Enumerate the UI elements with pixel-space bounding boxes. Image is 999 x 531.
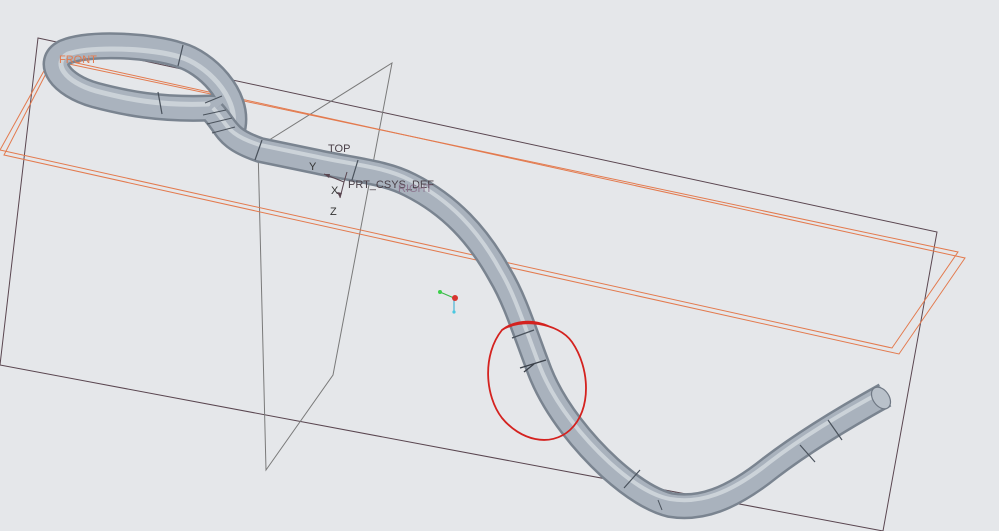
right-plane-label[interactable]: RIGHT: [398, 183, 433, 195]
csys-axis-z-label: Z: [330, 206, 337, 218]
datum-plane-right[interactable]: [257, 61, 393, 472]
graphics-viewport[interactable]: FRONT TOP PRT_CSYS_DEF RIGHT Y X Z: [0, 0, 999, 531]
tube-model[interactable]: [42, 32, 894, 520]
csys-axis-x-label: X: [331, 185, 339, 197]
view-triad-marker: [438, 290, 458, 314]
top-plane-label[interactable]: TOP: [328, 143, 350, 155]
scene-svg: FRONT TOP PRT_CSYS_DEF RIGHT Y X Z: [0, 32, 966, 531]
csys-axis-y-label: Y: [309, 161, 317, 173]
front-plane-label[interactable]: FRONT: [59, 54, 97, 66]
